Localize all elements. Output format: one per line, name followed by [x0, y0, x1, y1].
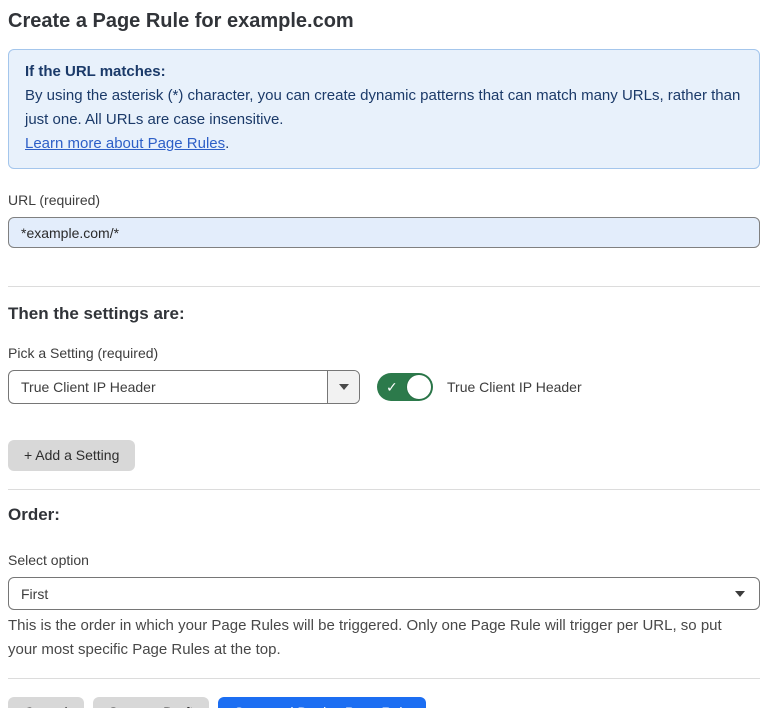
info-box-body: By using the asterisk (*) character, you…	[25, 84, 743, 132]
order-select-label: Select option	[8, 551, 760, 569]
setting-select-value: True Client IP Header	[9, 371, 327, 403]
info-box-heading: If the URL matches:	[25, 60, 743, 84]
page-title: Create a Page Rule for example.com	[8, 8, 760, 34]
chevron-down-icon	[735, 591, 745, 597]
info-box-link-line: Learn more about Page Rules.	[25, 132, 743, 156]
link-period: .	[225, 135, 229, 152]
footer-button-row: Cancel Save as Draft Save and Deploy Pag…	[8, 697, 760, 708]
url-match-info-box: If the URL matches: By using the asteris…	[8, 49, 760, 169]
url-field-label: URL (required)	[8, 191, 760, 209]
save-as-draft-button[interactable]: Save as Draft	[93, 697, 210, 708]
section-divider	[8, 489, 760, 490]
setting-select-arrow-button[interactable]	[327, 371, 359, 403]
save-and-deploy-button[interactable]: Save and Deploy Page Rule	[218, 697, 426, 708]
order-select-value: First	[21, 586, 735, 602]
order-help-text: This is the order in which your Page Rul…	[8, 614, 748, 662]
cancel-button[interactable]: Cancel	[8, 697, 84, 708]
chevron-down-icon	[339, 384, 349, 390]
settings-row: True Client IP Header ✓ True Client IP H…	[8, 370, 760, 404]
learn-more-link[interactable]: Learn more about Page Rules	[25, 135, 225, 152]
add-setting-button[interactable]: + Add a Setting	[8, 440, 135, 471]
settings-section-heading: Then the settings are:	[8, 303, 760, 325]
pick-setting-label: Pick a Setting (required)	[8, 344, 760, 362]
toggle-label: True Client IP Header	[447, 379, 582, 395]
footer-divider	[8, 678, 760, 679]
section-divider	[8, 286, 760, 287]
order-select[interactable]: First	[8, 577, 760, 610]
check-icon: ✓	[386, 378, 398, 396]
toggle-knob	[407, 375, 431, 399]
setting-select[interactable]: True Client IP Header	[8, 370, 360, 404]
true-client-ip-toggle[interactable]: ✓	[377, 373, 433, 401]
url-input[interactable]	[8, 217, 760, 248]
order-section-heading: Order:	[8, 504, 760, 526]
create-page-rule-form: Create a Page Rule for example.com If th…	[0, 0, 769, 708]
